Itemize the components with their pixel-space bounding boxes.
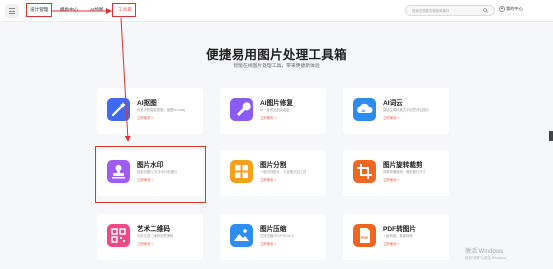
windows-activation-title: 激活 Windows — [465, 249, 504, 255]
side-feedback-tab[interactable] — [549, 131, 553, 141]
arrow-to-watermark — [120, 17, 131, 142]
windows-activation-hint: 转到“设置”以激活 Windows。 — [465, 256, 510, 260]
annotation-arrows — [52, 8, 131, 142]
